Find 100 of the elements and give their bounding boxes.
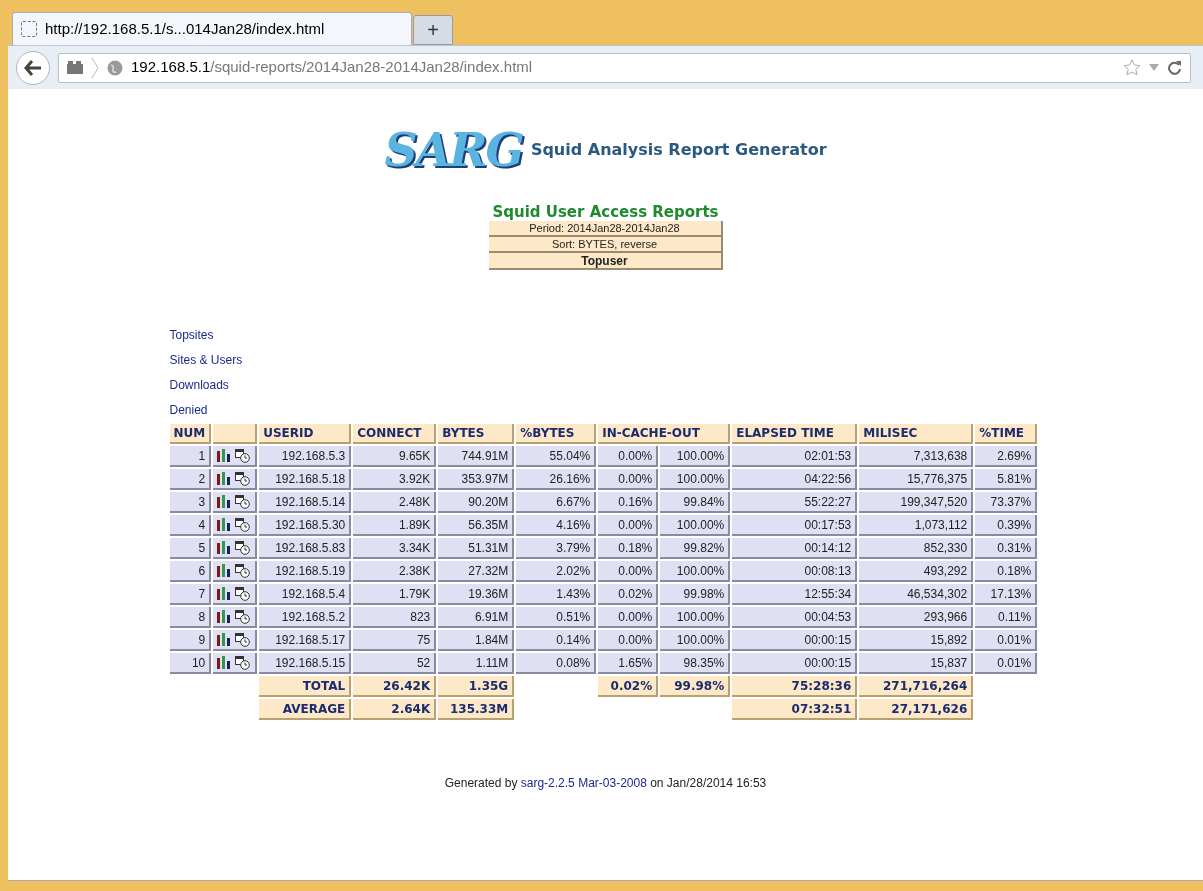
table-cell: 0.00%: [598, 607, 659, 628]
report-link[interactable]: Sites & Users: [169, 351, 243, 370]
average-label: AVERAGE: [259, 699, 352, 720]
average-cell: 07:32:51: [732, 699, 858, 720]
total-label: TOTAL: [259, 676, 352, 697]
table-cell: 00:04:53: [732, 607, 858, 628]
logo: SARG: [384, 127, 523, 173]
userid-link[interactable]: 192.168.5.15: [259, 653, 352, 674]
star-icon[interactable]: [1123, 59, 1141, 76]
bar-chart-icon[interactable]: [217, 656, 232, 669]
table-cell: 5.81%: [975, 469, 1038, 490]
browser-tab[interactable]: http://192.168.5.1/s...014Jan28/index.html: [12, 12, 412, 45]
report-link[interactable]: Downloads: [169, 376, 229, 395]
table-cell: 2.38K: [353, 561, 437, 582]
table-cell: 6.91M: [438, 607, 515, 628]
userid-link[interactable]: 192.168.5.17: [259, 630, 352, 651]
column-header: BYTES: [438, 424, 515, 444]
back-button[interactable]: [16, 50, 50, 85]
report-title: Squid User Access Reports: [492, 203, 719, 221]
windows-clock-icon[interactable]: [235, 632, 251, 647]
table-cell: 1.43%: [516, 584, 597, 605]
table-cell: 8: [169, 607, 212, 628]
windows-clock-icon[interactable]: [235, 586, 251, 601]
column-header: NUM: [169, 424, 212, 444]
table-cell: 3.34K: [353, 538, 437, 559]
windows-clock-icon[interactable]: [235, 448, 251, 463]
windows-clock-icon[interactable]: [235, 563, 251, 578]
userid-link[interactable]: 192.168.5.4: [259, 584, 352, 605]
column-header: %BYTES: [516, 424, 597, 444]
table-cell: 0.16%: [598, 492, 659, 513]
bar-chart-icon[interactable]: [217, 587, 232, 600]
windows-clock-icon[interactable]: [235, 517, 251, 532]
table-cell: 3.92K: [353, 469, 437, 490]
table-cell: 6.67%: [516, 492, 597, 513]
bar-chart-icon[interactable]: [217, 472, 232, 485]
app-title: Squid Analysis Report Generator: [530, 139, 827, 161]
userid-link[interactable]: 192.168.5.30: [259, 515, 352, 536]
table-cell: 4: [169, 515, 212, 536]
table-cell: 3.79%: [516, 538, 597, 559]
table-cell: 00:08:13: [732, 561, 858, 582]
bar-chart-icon[interactable]: [217, 610, 232, 623]
table-cell: 17.13%: [975, 584, 1038, 605]
total-cell: 99.98%: [660, 676, 731, 697]
average-cell: 27,171,626: [859, 699, 974, 720]
table-cell: 0.00%: [598, 561, 659, 582]
table-cell: 199,347,520: [859, 492, 974, 513]
bar-chart-icon[interactable]: [217, 449, 232, 462]
bookmarks-icon[interactable]: [67, 61, 83, 74]
userid-link[interactable]: 192.168.5.14: [259, 492, 352, 513]
address-field[interactable]: 192.168.5.1/squid-reports/2014Jan28-2014Jan28/index.html: [58, 52, 1191, 83]
table-cell: 293,966: [859, 607, 974, 628]
reload-icon[interactable]: [1167, 60, 1182, 75]
table-cell: 0.11%: [975, 607, 1038, 628]
table-cell: 7,313,638: [859, 446, 974, 467]
table-cell: 5: [169, 538, 212, 559]
bar-chart-icon[interactable]: [217, 541, 232, 554]
windows-clock-icon[interactable]: [235, 540, 251, 555]
table-cell: 99.98%: [660, 584, 731, 605]
table-cell: 9: [169, 630, 212, 651]
table-cell: 4.16%: [516, 515, 597, 536]
table-cell: 26.16%: [516, 469, 597, 490]
table-cell: 493,292: [859, 561, 974, 582]
page-icon: [21, 21, 37, 37]
table-cell: 0.14%: [516, 630, 597, 651]
table-cell: 04:22:56: [732, 469, 858, 490]
globe-icon: [107, 59, 123, 76]
column-header: MILISEC: [859, 424, 974, 444]
bar-chart-icon[interactable]: [217, 633, 232, 646]
bar-chart-icon[interactable]: [217, 564, 232, 577]
total-cell: 75:28:36: [732, 676, 858, 697]
table-cell: 46,534,302: [859, 584, 974, 605]
windows-clock-icon[interactable]: [235, 471, 251, 486]
windows-clock-icon[interactable]: [235, 609, 251, 624]
column-header: IN-CACHE-OUT: [598, 424, 731, 444]
table-cell: 0.00%: [598, 469, 659, 490]
sarg-version-link[interactable]: sarg-2.2.5 Mar-03-2008: [520, 776, 647, 790]
windows-clock-icon[interactable]: [235, 494, 251, 509]
userid-link[interactable]: 192.168.5.83: [259, 538, 352, 559]
windows-clock-icon[interactable]: [235, 655, 251, 670]
table-cell: 56.35M: [438, 515, 515, 536]
table-cell: 1.79K: [353, 584, 437, 605]
userid-link[interactable]: 192.168.5.19: [259, 561, 352, 582]
table-cell: 1.65%: [598, 653, 659, 674]
table-cell: 0.39%: [975, 515, 1038, 536]
userid-link[interactable]: 192.168.5.2: [259, 607, 352, 628]
bar-chart-icon[interactable]: [217, 495, 232, 508]
table-cell: 100.00%: [660, 630, 731, 651]
new-tab-button[interactable]: +: [413, 15, 453, 45]
table-cell: 0.00%: [598, 630, 659, 651]
table-cell: 823: [353, 607, 437, 628]
url-text[interactable]: 192.168.5.1/squid-reports/2014Jan28-2014Jan28/index.html: [131, 56, 533, 79]
report-link[interactable]: Topsites: [169, 326, 214, 345]
table-cell: 2: [169, 469, 212, 490]
userid-link[interactable]: 192.168.5.3: [259, 446, 352, 467]
table-cell: 19.36M: [438, 584, 515, 605]
report-link[interactable]: Denied: [169, 401, 208, 420]
table-cell: 0.31%: [975, 538, 1038, 559]
userid-link[interactable]: 192.168.5.18: [259, 469, 352, 490]
bar-chart-icon[interactable]: [217, 518, 232, 531]
table-cell: 2.02%: [516, 561, 597, 582]
